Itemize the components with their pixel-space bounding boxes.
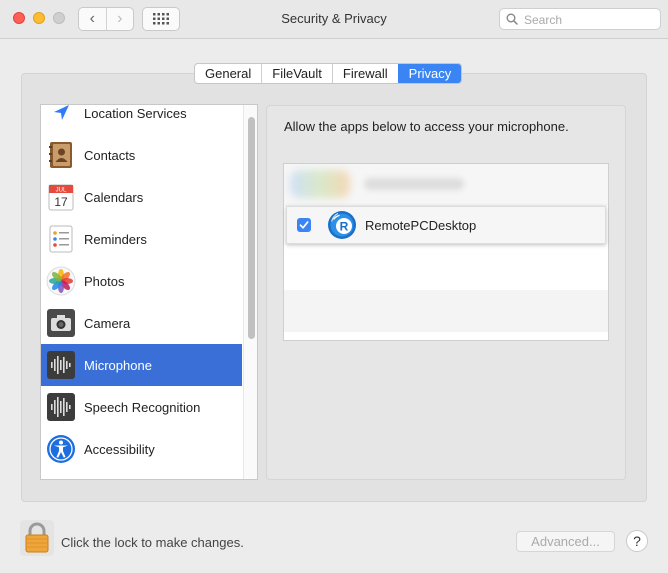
blurred-app-icon [290,170,350,198]
checkmark-icon [299,221,309,229]
sidebar-item-label: Reminders [84,231,147,247]
svg-text:R: R [340,220,349,234]
sidebar-item-label: Speech Recognition [84,399,201,415]
sidebar-item-label: Camera [84,315,131,331]
padlock-icon [25,522,49,553]
lock-status-text: Click the lock to make changes. [61,535,244,550]
sidebar-item-location-services[interactable]: Location Services [41,105,242,134]
sidebar-item-label: Location Services [84,105,187,121]
sidebar-item-label: Accessibility [84,441,155,457]
reminders-list-icon [46,224,76,254]
advanced-button[interactable]: Advanced... [516,531,615,552]
sidebar-item-camera[interactable]: Camera [41,302,242,344]
tab-firewall[interactable]: Firewall [331,64,398,83]
sidebar-item-photos[interactable]: Photos [41,260,242,302]
app-permission-checkbox[interactable] [297,218,311,232]
speech-waveform-icon [46,392,76,422]
accessibility-person-icon [46,434,76,464]
search-icon [506,13,518,25]
privacy-category-list[interactable]: Location Services Contacts JUL 17 Calenda… [40,104,258,480]
sidebar-item-microphone[interactable]: Microphone [41,344,242,386]
list-row-empty [284,290,608,332]
sidebar-item-reminders[interactable]: Reminders [41,218,242,260]
tab-bar: General FileVault Firewall Privacy [194,63,463,84]
sidebar-item-speech-recognition[interactable]: Speech Recognition [41,386,242,428]
photos-flower-icon [46,266,76,296]
tab-privacy[interactable]: Privacy [397,64,462,83]
lock-button[interactable] [20,520,54,556]
tab-filevault[interactable]: FileVault [261,64,332,83]
camera-icon [46,308,76,338]
sidebar-item-label: Microphone [84,357,152,373]
scrollbar-thumb[interactable] [248,117,255,339]
microphone-waveform-icon [46,350,76,380]
title-bar: ‹ › Security & Privacy [0,0,668,39]
app-permission-list[interactable] [283,163,609,341]
calendar-icon: JUL 17 [46,182,76,212]
sidebar-item-contacts[interactable]: Contacts [41,134,242,176]
calendar-day-text: 17 [54,195,68,209]
sidebar-item-accessibility[interactable]: Accessibility [41,428,242,470]
help-button[interactable]: ? [626,530,648,552]
location-arrow-icon [46,105,76,128]
app-name: RemotePCDesktop [365,217,477,233]
list-row-empty [284,248,608,290]
search-field[interactable] [499,8,661,30]
sidebar-item-label: Photos [84,273,125,289]
blurred-app-name [364,178,464,190]
permission-description: Allow the apps below to access your micr… [284,119,569,134]
remotepc-r-icon: R [327,210,357,240]
contacts-book-icon [46,140,76,170]
sidebar-scrollbar[interactable] [243,105,257,479]
blurred-app-row [284,164,608,206]
search-input[interactable] [522,10,658,30]
app-row-remotepcdesktop[interactable]: R RemotePCDesktop [286,206,606,244]
sidebar-item-calendars[interactable]: JUL 17 Calendars [41,176,242,218]
calendar-month-text: JUL [56,188,67,194]
sidebar-item-label: Contacts [84,147,136,163]
sidebar-item-label: Calendars [84,189,144,205]
tab-general[interactable]: General [195,64,261,83]
